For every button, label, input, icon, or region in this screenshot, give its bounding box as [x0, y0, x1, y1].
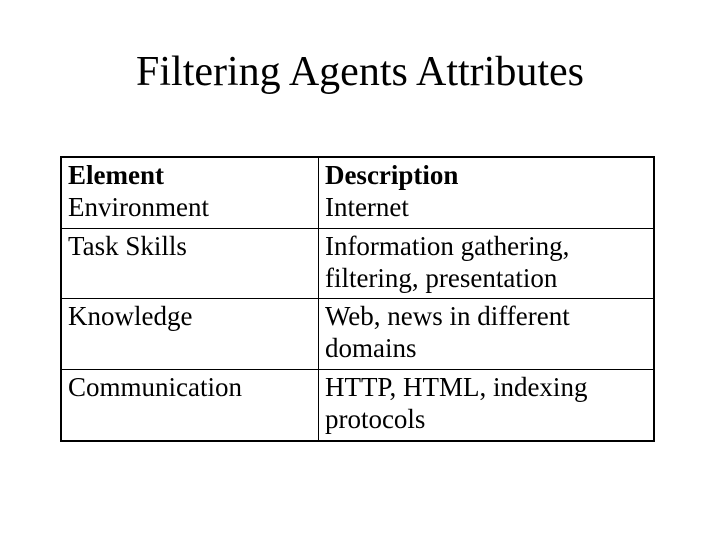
cell-description: HTTP, HTML, indexing protocols [318, 370, 654, 441]
cell-element: Communication [61, 370, 318, 441]
table-row: Knowledge Web, news in different domains [61, 299, 654, 370]
cell-description: Information gathering, filtering, presen… [318, 228, 654, 299]
table-row: Environment Internet [61, 192, 654, 228]
table-row: Communication HTTP, HTML, indexing proto… [61, 370, 654, 441]
header-element: Element [61, 157, 318, 192]
cell-element: Knowledge [61, 299, 318, 370]
slide-title: Filtering Agents Attributes [0, 48, 720, 96]
cell-description: Internet [318, 192, 654, 228]
table-row: Task Skills Information gathering, filte… [61, 228, 654, 299]
header-description: Description [318, 157, 654, 192]
slide: Filtering Agents Attributes Element Desc… [0, 0, 720, 540]
cell-element: Environment [61, 192, 318, 228]
attributes-table: Element Description Environment Internet… [60, 156, 655, 442]
cell-description: Web, news in different domains [318, 299, 654, 370]
table-header-row: Element Description [61, 157, 654, 192]
cell-element: Task Skills [61, 228, 318, 299]
